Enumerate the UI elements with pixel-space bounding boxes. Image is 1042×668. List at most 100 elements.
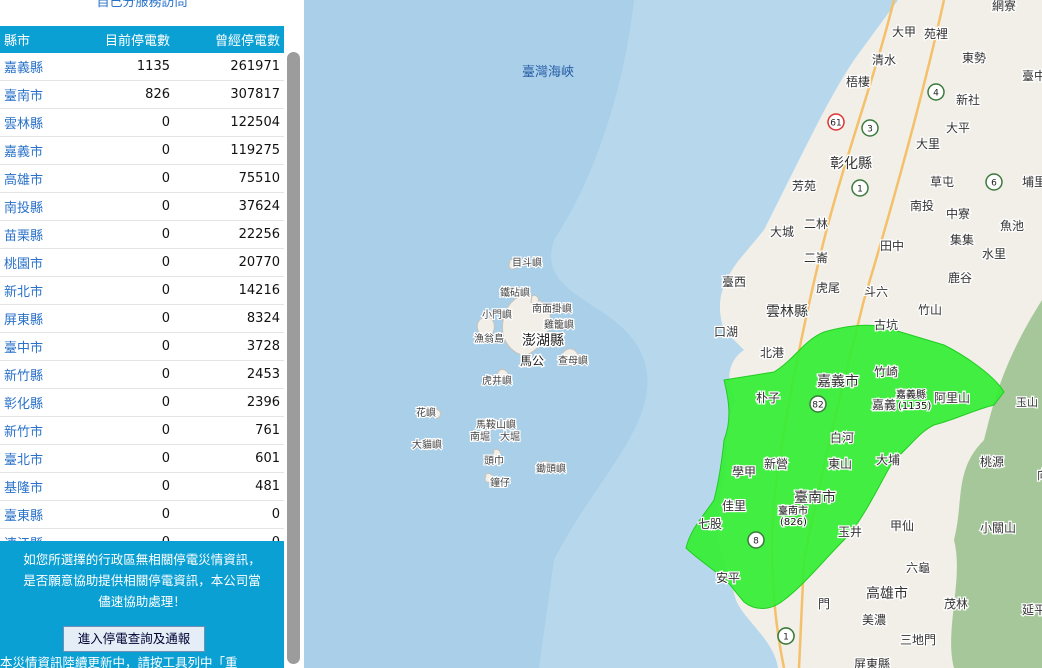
table-row[interactable]: 新竹市 0 761 [0, 416, 284, 445]
cell-current: 0 [56, 192, 174, 221]
header-current: 目前停電數 [56, 26, 174, 53]
place-label: 網寮 [992, 0, 1016, 13]
county-link[interactable]: 嘉義縣 [0, 53, 56, 81]
place-label: 中寮 [946, 206, 970, 221]
table-row[interactable]: 臺北市 0 601 [0, 444, 284, 473]
place-label: 北港 [760, 346, 784, 360]
county-link[interactable]: 新竹縣 [0, 360, 56, 389]
county-link[interactable]: 臺北市 [0, 444, 56, 473]
place-label: 美濃 [862, 613, 886, 627]
table-row[interactable]: 雲林縣 0 122504 [0, 108, 284, 137]
place-label: 集集 [950, 232, 974, 247]
table-row[interactable]: 新北市 0 14216 [0, 276, 284, 305]
island-label: 雞籠嶼 [544, 318, 574, 331]
county-link[interactable]: 嘉義市 [0, 136, 56, 165]
county-link[interactable]: 臺東縣 [0, 500, 56, 529]
place-label: 門 [818, 597, 830, 611]
table-row[interactable]: 屏東縣 0 8324 [0, 304, 284, 333]
header-history: 曾經停電數 [174, 26, 284, 53]
island-label: 目斗嶼 [512, 256, 542, 269]
place-label: 鹿谷 [948, 270, 972, 285]
cell-history: 261971 [174, 53, 284, 81]
sea-label: 臺灣海峽 [522, 65, 574, 80]
county-link[interactable]: 基隆市 [0, 472, 56, 501]
place-label: 水里 [982, 247, 1006, 261]
place-label: 東山 [828, 457, 852, 471]
report-outage-button[interactable]: 進入停電查詢及通報 [63, 626, 205, 652]
county-link[interactable]: 桃園市 [0, 248, 56, 277]
county-link[interactable]: 新北市 [0, 276, 56, 305]
county-link[interactable]: 彰化縣 [0, 388, 56, 417]
island-label: 漁翁島 [474, 332, 504, 345]
place-label: 南投 [910, 198, 934, 213]
table-row[interactable]: 彰化縣 0 2396 [0, 388, 284, 417]
cell-current: 0 [56, 360, 174, 389]
place-label: 苑裡 [924, 26, 948, 41]
place-label: 草屯 [930, 175, 954, 189]
cell-history: 14216 [174, 276, 284, 305]
table-row[interactable]: 臺東縣 0 0 [0, 500, 284, 529]
county-link[interactable]: 新竹市 [0, 416, 56, 445]
place-label: 三地門 [900, 633, 936, 647]
outage-table: 縣市 目前停電數 曾經停電數 嘉義縣 1135 261971 臺南市 826 307817… [0, 26, 284, 557]
place-label: 朴子 [756, 390, 780, 405]
highway-number: 82 [812, 401, 823, 411]
county-link[interactable]: 高雄市 [0, 164, 56, 193]
cell-current: 1135 [56, 53, 174, 81]
place-label: 七股 [698, 517, 722, 531]
county-link[interactable]: 雲林縣 [0, 108, 56, 137]
place-label: 六龜 [906, 561, 930, 575]
top-link[interactable]: 自己分服務訪問 [0, 0, 284, 10]
place-label: 大城 [770, 225, 794, 239]
island-label: 鐘仔 [490, 476, 510, 489]
table-row[interactable]: 嘉義市 0 119275 [0, 136, 284, 165]
table-row[interactable]: 臺中市 0 3728 [0, 332, 284, 361]
island-label: 查母嶼 [558, 354, 588, 367]
highway-number: 6 [991, 179, 997, 189]
island-label: 南面掛嶼 [532, 302, 572, 315]
table-header-row: 縣市 目前停電數 曾經停電數 [0, 26, 284, 53]
cell-history: 307817 [174, 80, 284, 109]
island-label: 大貓嶼 [412, 438, 442, 451]
table-row[interactable]: 高雄市 0 75510 [0, 164, 284, 193]
table-row[interactable]: 南投縣 0 37624 [0, 192, 284, 221]
place-label: 玉井 [838, 525, 862, 539]
place-label: 佳里 [722, 499, 746, 513]
table-row[interactable]: 新竹縣 0 2453 [0, 360, 284, 389]
outage-map[interactable]: 13461816182 嘉義縣(1135)臺南市(826) 網寮大甲苑裡東勢清水… [304, 0, 1042, 668]
info-line-3: 儘速協助處理！ [98, 594, 186, 609]
county-link[interactable]: 臺中市 [0, 332, 56, 361]
place-label: 臺中 [1022, 68, 1042, 83]
place-label: 小關山 [980, 521, 1016, 535]
info-line-2: 是否願意協助提供相關停電資訊，本公司當 [23, 573, 261, 588]
cell-history: 22256 [174, 220, 284, 249]
cell-history: 37624 [174, 192, 284, 221]
table-row[interactable]: 嘉義縣 1135 261971 [0, 53, 284, 81]
highway-number: 1 [783, 633, 789, 643]
table-row[interactable]: 桃園市 0 20770 [0, 248, 284, 277]
outage-sidebar: 自己分服務訪問 縣市 目前停電數 曾經停電數 嘉義縣 1135 261971 臺南市 8… [0, 0, 304, 668]
cell-history: 122504 [174, 108, 284, 137]
penghu-city-label: 馬公 [520, 354, 544, 368]
info-box: 如您所選擇的行政區無相關停電災情資訊， 是否願意協助提供相關停電資訊，本公司當 … [0, 541, 284, 668]
place-label: 向陽 [1037, 467, 1042, 482]
place-label: 竹崎 [874, 365, 898, 379]
cell-current: 0 [56, 164, 174, 193]
table-row[interactable]: 苗栗縣 0 22256 [0, 220, 284, 249]
place-label: 魚池 [1000, 219, 1024, 233]
place-label: 桃源 [980, 454, 1004, 469]
place-label: 虎尾 [816, 281, 840, 295]
place-label: 新營 [764, 456, 788, 471]
county-link[interactable]: 苗栗縣 [0, 220, 56, 249]
island-label: 花嶼 [416, 406, 436, 419]
county-link[interactable]: 南投縣 [0, 192, 56, 221]
county-link[interactable]: 屏東縣 [0, 304, 56, 333]
cell-history: 75510 [174, 164, 284, 193]
sidebar-scrollbar[interactable] [287, 52, 300, 664]
table-row[interactable]: 臺南市 826 307817 [0, 80, 284, 109]
highway-number: 4 [933, 89, 939, 99]
cell-history: 761 [174, 416, 284, 445]
county-link[interactable]: 臺南市 [0, 80, 56, 109]
place-label: 口湖 [714, 324, 738, 339]
table-row[interactable]: 基隆市 0 481 [0, 472, 284, 501]
